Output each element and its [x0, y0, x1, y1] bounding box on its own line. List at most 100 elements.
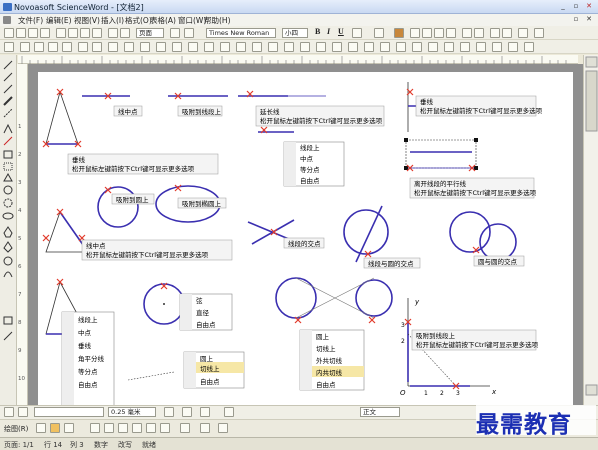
- font-color-icon[interactable]: [374, 28, 384, 38]
- new-icon[interactable]: [4, 28, 14, 38]
- cut-icon[interactable]: [56, 28, 66, 38]
- copy-icon[interactable]: [68, 28, 78, 38]
- draw-fill-icon[interactable]: [200, 423, 210, 433]
- numbering-icon[interactable]: [462, 28, 472, 38]
- line-style-icon[interactable]: [4, 407, 14, 417]
- horizontal-ruler[interactable]: [18, 55, 578, 64]
- draw-curve-icon[interactable]: [160, 423, 170, 433]
- brace-icon[interactable]: [364, 42, 374, 52]
- menu-format[interactable]: 格式(O): [125, 15, 152, 26]
- limit-icon[interactable]: [300, 42, 310, 52]
- greek-icon[interactable]: [140, 42, 150, 52]
- line-dash-icon[interactable]: [18, 407, 28, 417]
- therefore-icon[interactable]: [460, 42, 470, 52]
- arrow-icon[interactable]: [124, 42, 134, 52]
- underline-button[interactable]: U: [338, 27, 344, 36]
- menu-insert[interactable]: 插入(I): [101, 15, 124, 26]
- align-left-icon[interactable]: [410, 28, 420, 38]
- paste-icon[interactable]: [80, 28, 90, 38]
- draw-line-icon[interactable]: [90, 423, 100, 433]
- draw-line-color-icon[interactable]: [218, 423, 228, 433]
- vertical-ruler[interactable]: 1 2 3 4 5 6 7 8 9 10: [17, 64, 28, 405]
- set-icon[interactable]: [188, 42, 198, 52]
- redo-icon[interactable]: [120, 28, 130, 38]
- subscript-icon[interactable]: [62, 42, 72, 52]
- unit-icon[interactable]: [252, 42, 262, 52]
- overline-icon[interactable]: [332, 42, 342, 52]
- save-icon[interactable]: [28, 28, 38, 38]
- table-icon[interactable]: [170, 28, 180, 38]
- zoom-icon[interactable]: [534, 28, 544, 38]
- restore-button[interactable]: ▫: [571, 2, 581, 11]
- product-icon[interactable]: [316, 42, 326, 52]
- page-view-select[interactable]: 页面: [136, 28, 164, 38]
- bullets-icon[interactable]: [474, 28, 484, 38]
- open-icon[interactable]: [16, 28, 26, 38]
- underline-math-icon[interactable]: [348, 42, 358, 52]
- justify-icon[interactable]: [446, 28, 456, 38]
- symbol-icon[interactable]: [268, 42, 278, 52]
- draw-ellipse-icon[interactable]: [118, 423, 128, 433]
- menu-window[interactable]: 窗口(W): [178, 15, 206, 26]
- format-painter-icon[interactable]: [92, 28, 102, 38]
- columns-icon[interactable]: [184, 28, 194, 38]
- font-size-select[interactable]: 小四: [282, 28, 308, 38]
- fraction-icon[interactable]: [20, 42, 30, 52]
- menu-table[interactable]: 表格(A): [150, 15, 176, 26]
- draw-callout-icon[interactable]: [146, 423, 156, 433]
- geometry-drawing[interactable]: 线中点 吸附到线段上 延长线 松开鼠标左键前按下Ctrl键可显示更多选项 垂线 …: [38, 72, 573, 405]
- char-format-icon[interactable]: [352, 28, 362, 38]
- menu-edit[interactable]: 编辑(E): [46, 15, 72, 26]
- chemistry-icon[interactable]: [236, 42, 246, 52]
- align-right-icon[interactable]: [434, 28, 444, 38]
- outdent-icon[interactable]: [502, 28, 512, 38]
- infinity-icon[interactable]: [476, 42, 486, 52]
- doc-close-button[interactable]: ✕: [584, 15, 594, 24]
- draw-text-icon[interactable]: [132, 423, 142, 433]
- logic-icon[interactable]: [204, 42, 214, 52]
- bold-button[interactable]: B: [315, 27, 320, 36]
- superscript-icon[interactable]: [48, 42, 58, 52]
- degree-icon[interactable]: [412, 42, 422, 52]
- menu-file[interactable]: 文件(F): [18, 15, 43, 26]
- draw-arrow-icon[interactable]: [180, 423, 190, 433]
- ellipsis-icon[interactable]: [492, 42, 502, 52]
- doc-restore-button[interactable]: ▫: [571, 15, 581, 24]
- arrow-style-icon[interactable]: [200, 407, 210, 417]
- menu-view[interactable]: 视图(V): [74, 15, 100, 26]
- document-page[interactable]: 线中点 吸附到线段上 延长线 松开鼠标左键前按下Ctrl键可显示更多选项 垂线 …: [38, 72, 573, 405]
- equation-number-icon[interactable]: [524, 42, 534, 52]
- document-canvas[interactable]: 线中点 吸附到线段上 延长线 松开鼠标左键前按下Ctrl键可显示更多选项 垂线 …: [28, 64, 583, 405]
- fill-color-icon[interactable]: [182, 407, 192, 417]
- print-icon[interactable]: [40, 28, 50, 38]
- select-pointer-icon[interactable]: [36, 423, 46, 433]
- font-name-select[interactable]: Times New Roman: [206, 28, 276, 38]
- bracket-icon[interactable]: [4, 42, 14, 52]
- vertical-scrollbar[interactable]: [583, 55, 598, 405]
- operator-icon[interactable]: [156, 42, 166, 52]
- shadow-icon[interactable]: [224, 407, 234, 417]
- box-icon[interactable]: [508, 42, 518, 52]
- relation-icon[interactable]: [172, 42, 182, 52]
- sum-icon[interactable]: [78, 42, 88, 52]
- parallel-symbol-icon[interactable]: [444, 42, 454, 52]
- close-button[interactable]: ✕: [584, 2, 594, 11]
- line-color-icon[interactable]: [164, 407, 174, 417]
- line-style-select[interactable]: [34, 407, 104, 417]
- draw-rect-icon[interactable]: [104, 423, 114, 433]
- menu-help[interactable]: 帮助(H): [204, 15, 231, 26]
- italic-button[interactable]: I: [327, 27, 330, 36]
- angle-icon[interactable]: [380, 42, 390, 52]
- text-style-select[interactable]: 正文: [360, 407, 400, 417]
- radical-icon[interactable]: [34, 42, 44, 52]
- draw-menu-label[interactable]: 绘图(R): [4, 424, 28, 434]
- minimize-button[interactable]: _: [558, 2, 568, 11]
- perpendicular-symbol-icon[interactable]: [428, 42, 438, 52]
- flip-icon[interactable]: [64, 423, 74, 433]
- highlight-color-icon[interactable]: [394, 28, 404, 38]
- line-width-select[interactable]: 0.25 毫米: [108, 407, 156, 417]
- integral-icon[interactable]: [92, 42, 102, 52]
- triangle-symbol-icon[interactable]: [396, 42, 406, 52]
- vector-icon[interactable]: [284, 42, 294, 52]
- undo-icon[interactable]: [108, 28, 118, 38]
